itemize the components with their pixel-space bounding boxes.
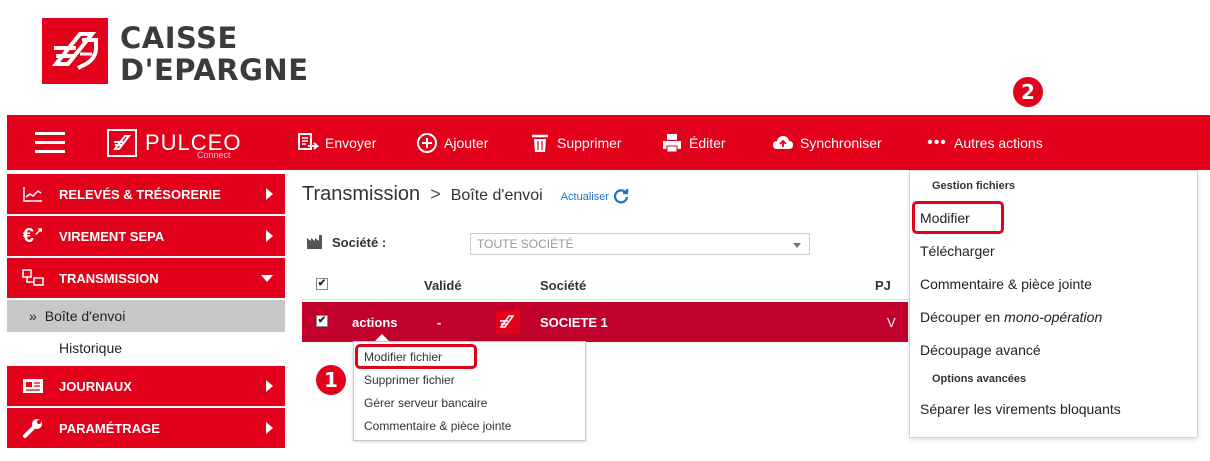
company-filter: Société : (306, 233, 386, 252)
cloud-sync-icon (772, 132, 794, 154)
sidebar-item-label: TRANSMISSION (59, 270, 159, 286)
sidebar-item-label: RELEVÉS & TRÉSORERIE (59, 186, 221, 202)
sidebar-subitem-boite-envoi[interactable]: » Boîte d'envoi (7, 300, 285, 332)
caret-up-icon (375, 334, 389, 341)
breadcrumb-transmission[interactable]: Transmission (302, 183, 420, 206)
chevron-right-icon (266, 230, 273, 242)
trash-icon (529, 132, 551, 154)
sidebar-subitem-label: Boîte d'envoi (44, 308, 126, 324)
row-valide-value: - (437, 315, 442, 330)
add-label: Ajouter (444, 134, 489, 151)
sidebar-subitem-label: Historique (59, 340, 123, 356)
menu-item-supprimer-fichier[interactable]: Supprimer fichier (354, 368, 585, 391)
sidebar: RELEVÉS & TRÉSORERIE € ↗ VIREMENT SEPA TR… (7, 174, 285, 450)
chevron-right-icon (266, 188, 273, 200)
pulceo-logo-icon (107, 128, 137, 157)
select-all-checkbox[interactable]: ✔ (316, 278, 328, 290)
refresh-link[interactable]: Actualiser (561, 188, 629, 207)
callout-badge-1: 1 (316, 365, 346, 395)
logo-text: CAISSE D'EPARGNE (120, 22, 309, 86)
app-subname: Connect (197, 150, 231, 160)
column-pj[interactable]: PJ (875, 278, 891, 293)
caisse-epargne-logo: CAISSE D'EPARGNE (42, 18, 392, 98)
euro-transfer-icon: € ↗ (22, 224, 44, 247)
sidebar-item-label: JOURNAUX (59, 378, 132, 394)
menu-item-separer-virements[interactable]: Séparer les virements bloquants (910, 392, 1197, 425)
sidebar-item-label: PARAMÉTRAGE (59, 420, 160, 436)
company-filter-label: Société : (332, 235, 387, 250)
section-options-avancees: Options avancées (932, 373, 1027, 385)
menu-item-commentaire[interactable]: Commentaire & pièce jointe (354, 414, 585, 437)
double-chevron-icon: » (29, 308, 37, 324)
menu-item-modifier-fichier[interactable]: Modifier fichier (355, 344, 477, 369)
sync-label: Synchroniser (800, 134, 882, 151)
chevron-right-icon (266, 422, 273, 434)
menu-item-decouper-mono[interactable]: Découper en mono-opération (910, 300, 1197, 333)
sidebar-item-releves[interactable]: RELEVÉS & TRÉSORERIE (7, 174, 285, 214)
row-actions-menu: Modifier fichier Supprimer fichier Gérer… (353, 341, 586, 441)
delete-label: Supprimer (557, 134, 622, 151)
send-button[interactable]: Envoyer (297, 115, 376, 170)
other-actions-dropdown: Gestion fichiers Modifier Télécharger Co… (909, 170, 1198, 438)
callout-badge-2: 2 (1013, 77, 1043, 107)
wrench-icon (21, 416, 45, 440)
plus-circle-icon (416, 132, 438, 154)
sync-button[interactable]: Synchroniser (772, 115, 882, 170)
company-select-value: TOUTE SOCIÉTÉ (477, 237, 574, 251)
chevron-down-icon (261, 275, 273, 282)
table-header: ✔ Validé Société PJ (302, 270, 908, 300)
add-button[interactable]: Ajouter (416, 115, 488, 170)
sidebar-item-journaux[interactable]: JOURNAUX (7, 366, 285, 406)
column-societe[interactable]: Société (540, 278, 586, 293)
journal-icon (21, 374, 45, 398)
more-dots-icon: ••• (927, 133, 947, 151)
column-valide[interactable]: Validé (424, 278, 462, 293)
decouper-label: Découper en (920, 308, 1001, 325)
factory-icon (306, 233, 326, 252)
logo-line-1: CAISSE (120, 21, 238, 55)
row-pj-value: V (887, 315, 896, 330)
transmission-icon (21, 266, 45, 290)
edit-label: Éditer (689, 134, 726, 151)
pulceo-brand[interactable]: PULCEO (107, 115, 241, 170)
logo-line-2: D'EPARGNE (120, 53, 309, 87)
logo-emblem-icon (42, 18, 108, 84)
top-toolbar: PULCEO Connect Envoyer Ajouter Supprimer… (7, 115, 1210, 170)
more-actions-label: Autres actions (954, 134, 1043, 151)
section-gestion-fichiers: Gestion fichiers (932, 180, 1016, 192)
send-label: Envoyer (325, 134, 377, 151)
menu-item-telecharger[interactable]: Télécharger (910, 234, 1197, 267)
menu-item-gerer-serveur[interactable]: Gérer serveur bancaire (354, 391, 585, 414)
sidebar-item-virement[interactable]: € ↗ VIREMENT SEPA (7, 216, 285, 256)
printer-icon (661, 132, 683, 154)
refresh-icon (613, 188, 629, 207)
menu-item-commentaire-piece-jointe[interactable]: Commentaire & pièce jointe (910, 267, 1197, 300)
chevron-right-icon (266, 380, 273, 392)
mono-operation-label: mono-opération (1004, 308, 1103, 325)
delete-button[interactable]: Supprimer (529, 115, 622, 170)
table-row[interactable]: ✔ actions - SOCIETE 1 V (302, 302, 908, 342)
menu-item-modifier[interactable]: Modifier (912, 201, 1004, 234)
sidebar-item-transmission[interactable]: TRANSMISSION (7, 258, 285, 298)
sidebar-item-parametrage[interactable]: PARAMÉTRAGE (7, 408, 285, 448)
company-select[interactable]: TOUTE SOCIÉTÉ (470, 233, 810, 255)
menu-item-decoupage-avance[interactable]: Découpage avancé (910, 333, 1197, 366)
page-title: Boîte d'envoi (450, 187, 543, 204)
sidebar-subitem-historique[interactable]: Historique (7, 332, 285, 364)
refresh-label: Actualiser (560, 191, 610, 203)
sidebar-item-label: VIREMENT SEPA (59, 228, 165, 244)
send-icon (297, 132, 319, 154)
edit-button[interactable]: Éditer (661, 115, 726, 170)
row-actions-link[interactable]: actions (352, 315, 398, 330)
more-actions-button[interactable]: ••• Autres actions (926, 115, 1043, 170)
breadcrumb: Transmission > Boîte d'envoi Actualiser (302, 183, 629, 207)
hamburger-menu-icon[interactable] (35, 115, 65, 170)
chart-line-icon (21, 182, 45, 206)
company-logo-icon (496, 310, 520, 337)
breadcrumb-separator: > (430, 184, 441, 204)
row-checkbox[interactable]: ✔ (316, 315, 328, 327)
row-societe-value: SOCIETE 1 (540, 315, 608, 330)
caret-down-icon (793, 243, 801, 248)
